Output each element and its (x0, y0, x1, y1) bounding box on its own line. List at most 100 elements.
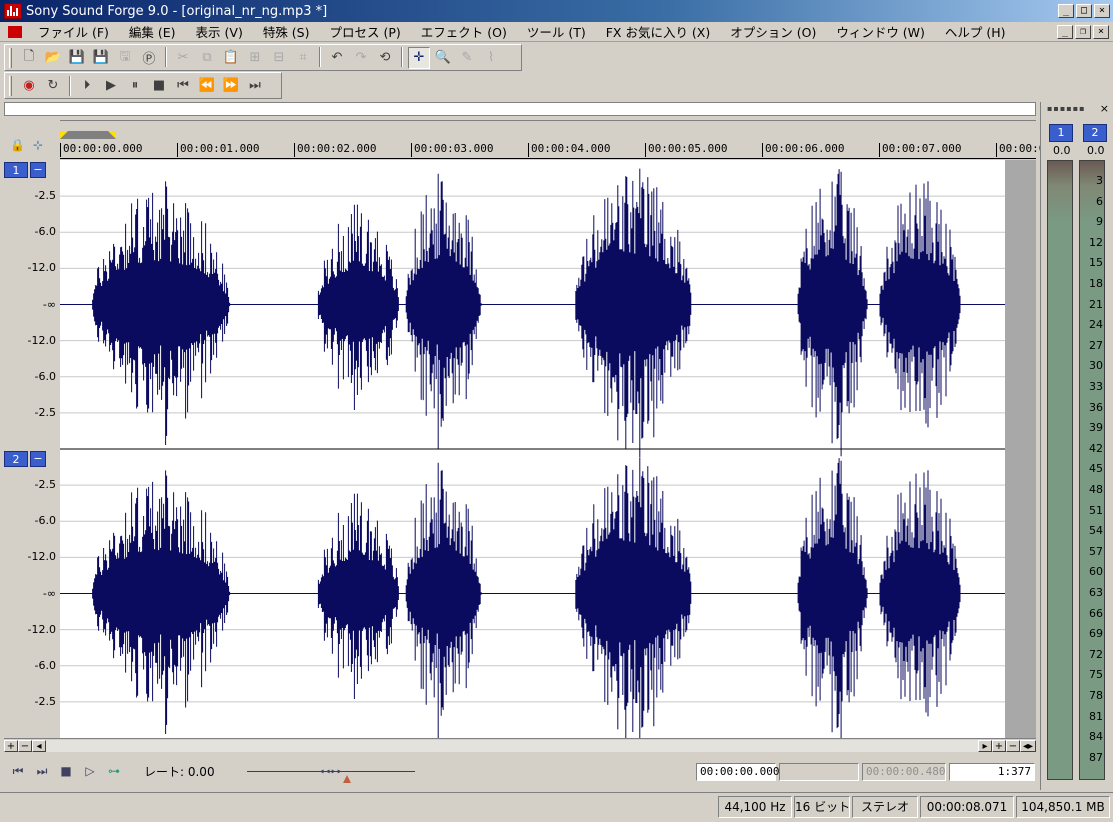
menu-window[interactable]: ウィンドウ (W) (826, 22, 935, 41)
channel-2-minimize-button[interactable]: − (30, 451, 46, 467)
scroll-track[interactable] (46, 739, 978, 752)
play-icon[interactable]: ▶ (100, 75, 122, 97)
ruler-tick-label: 00:00:04.000 (528, 143, 610, 157)
meter-channel-1-button[interactable]: 1 (1049, 124, 1073, 142)
ruler-tick-label: 00:00:06.000 (762, 143, 844, 157)
menu-options[interactable]: オプション (O) (720, 22, 826, 41)
render-icon[interactable]: 🖫 (114, 47, 136, 69)
meter-grip[interactable]: ▪▪▪▪▪▪ (1047, 104, 1107, 114)
magnify-tool-icon[interactable]: 🔍 (432, 47, 454, 69)
minimize-button[interactable]: _ (1058, 4, 1074, 18)
repeat-icon[interactable]: ⟲ (374, 47, 396, 69)
mix-icon[interactable]: ⊞ (244, 47, 266, 69)
meter-scale-label: 60 (1089, 565, 1103, 579)
length-status[interactable]: 00:00:08.071 (920, 796, 1014, 818)
waveform-view[interactable] (60, 160, 1036, 747)
doc-close-button[interactable]: × (1093, 25, 1109, 39)
go-to-end-icon[interactable]: ⏭ (32, 761, 52, 781)
level-zoom-in-button[interactable]: + (992, 739, 1006, 752)
maximize-button[interactable]: □ (1076, 4, 1092, 18)
channel-2-label[interactable]: 2 (4, 451, 28, 467)
menu-file[interactable]: ファイル (F) (28, 22, 119, 41)
go-to-end-icon[interactable]: ⏭ (244, 75, 266, 97)
toolbar-grip[interactable] (9, 47, 12, 68)
meter-scale-label: 3 (1096, 174, 1103, 187)
toolbar-grip[interactable] (9, 75, 12, 96)
selection-end-marker[interactable] (108, 131, 116, 139)
menu-edit[interactable]: 編集 (E) (119, 22, 186, 41)
meter-scale-label: 66 (1089, 606, 1103, 620)
forward-icon[interactable]: ⏩ (220, 75, 242, 97)
play-normal-icon[interactable]: ▷ (80, 761, 100, 781)
lock-icon[interactable]: 🔒 (10, 138, 25, 152)
zoom-ratio-box[interactable]: 1:377 (949, 763, 1035, 781)
loop-icon[interactable]: ↻ (42, 75, 64, 97)
menu-bar: ファイル (F) 編集 (E) 表示 (V) 特殊 (S) プロセス (P) エ… (0, 22, 1113, 42)
copy-icon[interactable]: ⧉ (196, 47, 218, 69)
new-file-icon[interactable]: 🗋 (18, 47, 40, 69)
channels-status[interactable]: ステレオ (852, 796, 918, 818)
channel-1-label[interactable]: 1 (4, 162, 28, 178)
level-zoom-out-button[interactable]: − (1006, 739, 1020, 752)
redo-icon[interactable]: ↷ (350, 47, 372, 69)
pencil-tool-icon[interactable]: ✎ (456, 47, 478, 69)
close-button[interactable]: × (1094, 4, 1110, 18)
meter-close-button[interactable]: × (1100, 102, 1109, 115)
cursor-position-box[interactable]: 00:00:00.000 (696, 763, 779, 781)
menu-fx-favorites[interactable]: FX お気に入り (X) (596, 22, 721, 41)
go-to-start-icon[interactable]: ⏮ (8, 761, 28, 781)
stop-icon[interactable]: ■ (148, 75, 170, 97)
properties-icon[interactable]: Ⓟ (138, 47, 160, 69)
menu-process[interactable]: プロセス (P) (320, 22, 411, 41)
status-bar: 44,100 Hz 16 ビット ステレオ 00:00:08.071 104,8… (0, 792, 1113, 822)
edit-tool-icon[interactable]: ✛ (408, 46, 430, 69)
go-to-start-icon[interactable]: ⏮ (172, 75, 194, 97)
save-as-icon[interactable]: 💾 (90, 47, 112, 69)
zoom-out-button[interactable]: − (18, 739, 32, 752)
paste-special-icon[interactable]: ⊟ (268, 47, 290, 69)
channel-2-waveform[interactable] (92, 457, 961, 747)
envelope-tool-icon[interactable]: ⌇ (480, 47, 502, 69)
document-icon[interactable] (8, 25, 22, 38)
paste-icon[interactable]: 📋 (220, 47, 242, 69)
playback-rate-slider[interactable]: ◂◂▸▸ (246, 761, 415, 783)
pause-icon[interactable]: ⏸ (124, 75, 146, 97)
db-scale-label: -∞ (42, 297, 56, 311)
scrub-icon[interactable]: ⊶ (104, 761, 124, 781)
selection-start-marker[interactable] (60, 131, 68, 139)
trim-icon[interactable]: ⌗ (292, 47, 314, 69)
cut-icon[interactable]: ✂ (172, 47, 194, 69)
channel-1-minimize-button[interactable]: − (30, 162, 46, 178)
menu-effects[interactable]: エフェクト (O) (411, 22, 517, 41)
level-scroll-button[interactable]: ◂▸ (1020, 739, 1036, 752)
meter-channel-2-button[interactable]: 2 (1083, 124, 1107, 142)
document-header-strip (4, 102, 1036, 116)
rewind-icon[interactable]: ⏪ (196, 75, 218, 97)
db-scale-label: -6.0 (34, 225, 56, 239)
menu-tools[interactable]: ツール (T) (517, 22, 596, 41)
timeline[interactable]: 00:00:00.000 00:00:01.000 00:00:02.000 00:0… (60, 120, 1045, 159)
selection-length-box: 00:00:00.480 (862, 763, 946, 781)
bit-depth-status[interactable]: 16 ビット (794, 796, 850, 818)
slider-thumb[interactable]: ◂◂▸▸ (319, 766, 343, 777)
open-folder-icon[interactable]: 📂 (42, 47, 64, 69)
stop-icon[interactable]: ■ (56, 761, 76, 781)
sample-rate-status[interactable]: 44,100 Hz (718, 796, 792, 818)
record-icon[interactable]: ◉ (18, 75, 40, 97)
channel-1-waveform[interactable] (92, 168, 961, 458)
scroll-left-button[interactable]: ◂ (32, 739, 46, 752)
time-ruler[interactable]: 00:00:00.000 00:00:01.000 00:00:02.000 00:0… (60, 143, 1045, 159)
db-scale-label: -12.0 (27, 550, 56, 564)
doc-restore-button[interactable]: ❐ (1075, 25, 1091, 39)
snap-icon[interactable]: ⊹ (33, 138, 43, 152)
menu-view[interactable]: 表示 (V) (186, 22, 253, 41)
undo-icon[interactable]: ↶ (326, 47, 348, 69)
doc-minimize-button[interactable]: _ (1057, 25, 1073, 39)
save-icon[interactable]: 💾 (66, 47, 88, 69)
menu-special[interactable]: 特殊 (S) (253, 22, 320, 41)
waveform-svg[interactable] (60, 160, 1036, 747)
menu-help[interactable]: ヘルプ (H) (935, 22, 1016, 41)
zoom-in-button[interactable]: + (4, 739, 18, 752)
play-all-icon[interactable]: ⏵ (76, 75, 98, 97)
scroll-right-button[interactable]: ▸ (978, 739, 992, 752)
